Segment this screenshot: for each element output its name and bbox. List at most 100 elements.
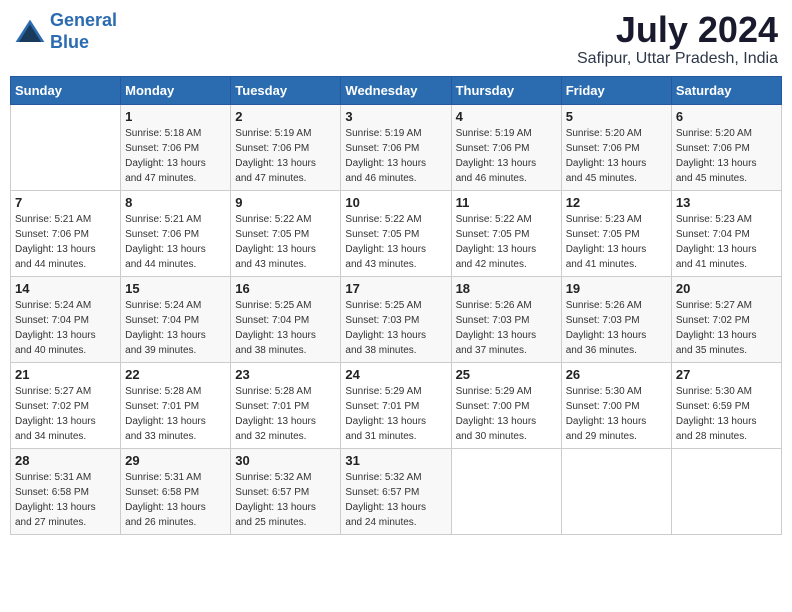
day-number: 28 (15, 453, 116, 468)
column-header-sunday: Sunday (11, 76, 121, 104)
day-number: 7 (15, 195, 116, 210)
calendar-cell: 9Sunrise: 5:22 AMSunset: 7:05 PMDaylight… (231, 190, 341, 276)
day-info: Sunrise: 5:22 AMSunset: 7:05 PMDaylight:… (235, 212, 336, 272)
header-row: SundayMondayTuesdayWednesdayThursdayFrid… (11, 76, 782, 104)
day-number: 18 (456, 281, 557, 296)
day-info: Sunrise: 5:27 AMSunset: 7:02 PMDaylight:… (676, 298, 777, 358)
day-number: 13 (676, 195, 777, 210)
calendar-cell: 1 Sunrise: 5:18 AMSunset: 7:06 PMDaylight… (121, 104, 231, 190)
column-header-wednesday: Wednesday (341, 76, 451, 104)
day-info: Sunrise: 5:24 AMSunset: 7:04 PMDaylight:… (15, 298, 116, 358)
calendar-cell: 31 Sunrise: 5:32 AMSunset: 6:57 PMDayligh… (341, 448, 451, 534)
calendar-cell: 5Sunrise: 5:20 AMSunset: 7:06 PMDaylight… (561, 104, 671, 190)
calendar-cell: 4Sunrise: 5:19 AMSunset: 7:06 PMDaylight… (451, 104, 561, 190)
day-info: Sunrise: 5:25 AMSunset: 7:04 PMDaylight:… (235, 298, 336, 358)
title-area: July 2024 Safipur, Uttar Pradesh, India (577, 10, 778, 68)
calendar-cell: 14 Sunrise: 5:24 AMSunset: 7:04 PMDayligh… (11, 276, 121, 362)
calendar-cell: 21 Sunrise: 5:27 AMSunset: 7:02 PMDayligh… (11, 362, 121, 448)
calendar-cell: 26Sunrise: 5:30 AMSunset: 7:00 PMDayligh… (561, 362, 671, 448)
day-number: 14 (15, 281, 116, 296)
day-number: 20 (676, 281, 777, 296)
column-header-friday: Friday (561, 76, 671, 104)
calendar-cell: 7Sunrise: 5:21 AMSunset: 7:06 PMDaylight… (11, 190, 121, 276)
calendar-cell: 12 Sunrise: 5:23 AMSunset: 7:05 PMDayligh… (561, 190, 671, 276)
day-info: Sunrise: 5:21 AMSunset: 7:06 PMDaylight:… (125, 212, 226, 272)
day-info: Sunrise: 5:32 AMSunset: 6:57 PMDaylight:… (345, 470, 446, 530)
calendar-cell: 10Sunrise: 5:22 AMSunset: 7:05 PMDayligh… (341, 190, 451, 276)
day-number: 26 (566, 367, 667, 382)
day-number: 27 (676, 367, 777, 382)
calendar-cell: 13 Sunrise: 5:23 AMSunset: 7:04 PMDayligh… (671, 190, 781, 276)
day-number: 3 (345, 109, 446, 124)
calendar-cell: 23Sunrise: 5:28 AMSunset: 7:01 PMDayligh… (231, 362, 341, 448)
calendar-cell: 28Sunrise: 5:31 AMSunset: 6:58 PMDayligh… (11, 448, 121, 534)
day-number: 12 (566, 195, 667, 210)
day-number: 31 (345, 453, 446, 468)
column-header-tuesday: Tuesday (231, 76, 341, 104)
day-info: Sunrise: 5:31 AMSunset: 6:58 PMDaylight:… (125, 470, 226, 530)
calendar-cell: 24Sunrise: 5:29 AMSunset: 7:01 PMDayligh… (341, 362, 451, 448)
calendar-cell (561, 448, 671, 534)
week-row-5: 28 Sunrise: 5:31 AMSunset: 6:58 PMDayligh… (11, 448, 782, 534)
column-header-monday: Monday (121, 76, 231, 104)
day-info: Sunrise: 5:32 AMSunset: 6:57 PMDaylight:… (235, 470, 336, 530)
day-info: Sunrise: 5:18 AMSunset: 7:06 PMDaylight:… (125, 126, 226, 186)
calendar-table: SundayMondayTuesdayWednesdayThursdayFrid… (10, 76, 782, 535)
day-info: Sunrise: 5:23 AMSunset: 7:05 PMDaylight:… (566, 212, 667, 272)
subtitle: Safipur, Uttar Pradesh, India (577, 50, 778, 68)
calendar-cell: 16 Sunrise: 5:25 AMSunset: 7:04 PMDayligh… (231, 276, 341, 362)
day-number: 29 (125, 453, 226, 468)
day-number: 15 (125, 281, 226, 296)
day-number: 21 (15, 367, 116, 382)
day-info: Sunrise: 5:23 AMSunset: 7:04 PMDaylight:… (676, 212, 777, 272)
day-number: 6 (676, 109, 777, 124)
calendar-cell (11, 104, 121, 190)
week-row-3: 14 Sunrise: 5:24 AMSunset: 7:04 PMDayligh… (11, 276, 782, 362)
day-number: 22 (125, 367, 226, 382)
day-number: 19 (566, 281, 667, 296)
day-number: 11 (456, 195, 557, 210)
calendar-cell: 8 Sunrise: 5:21 AMSunset: 7:06 PMDaylight… (121, 190, 231, 276)
calendar-cell: 20 Sunrise: 5:27 AMSunset: 7:02 PMDayligh… (671, 276, 781, 362)
calendar-cell: 27 Sunrise: 5:30 AMSunset: 6:59 PMDayligh… (671, 362, 781, 448)
day-number: 25 (456, 367, 557, 382)
calendar-cell: 25 Sunrise: 5:29 AMSunset: 7:00 PMDayligh… (451, 362, 561, 448)
day-info: Sunrise: 5:28 AMSunset: 7:01 PMDaylight:… (125, 384, 226, 444)
day-info: Sunrise: 5:24 AMSunset: 7:04 PMDaylight:… (125, 298, 226, 358)
calendar-cell: 15 Sunrise: 5:24 AMSunset: 7:04 PMDayligh… (121, 276, 231, 362)
day-info: Sunrise: 5:20 AMSunset: 7:06 PMDaylight:… (566, 126, 667, 186)
logo-icon (14, 18, 46, 46)
day-info: Sunrise: 5:22 AMSunset: 7:05 PMDaylight:… (456, 212, 557, 272)
day-number: 8 (125, 195, 226, 210)
day-number: 4 (456, 109, 557, 124)
calendar-cell: 17 Sunrise: 5:25 AMSunset: 7:03 PMDayligh… (341, 276, 451, 362)
day-number: 30 (235, 453, 336, 468)
day-number: 16 (235, 281, 336, 296)
day-number: 2 (235, 109, 336, 124)
day-info: Sunrise: 5:25 AMSunset: 7:03 PMDaylight:… (345, 298, 446, 358)
calendar-cell: 29 Sunrise: 5:31 AMSunset: 6:58 PMDayligh… (121, 448, 231, 534)
week-row-4: 21 Sunrise: 5:27 AMSunset: 7:02 PMDayligh… (11, 362, 782, 448)
column-header-saturday: Saturday (671, 76, 781, 104)
day-info: Sunrise: 5:30 AMSunset: 6:59 PMDaylight:… (676, 384, 777, 444)
day-info: Sunrise: 5:19 AMSunset: 7:06 PMDaylight:… (345, 126, 446, 186)
calendar-cell: 11 Sunrise: 5:22 AMSunset: 7:05 PMDayligh… (451, 190, 561, 276)
calendar-cell: 2 Sunrise: 5:19 AMSunset: 7:06 PMDaylight… (231, 104, 341, 190)
calendar-cell: 6Sunrise: 5:20 AMSunset: 7:06 PMDaylight… (671, 104, 781, 190)
column-header-thursday: Thursday (451, 76, 561, 104)
day-info: Sunrise: 5:27 AMSunset: 7:02 PMDaylight:… (15, 384, 116, 444)
day-number: 17 (345, 281, 446, 296)
calendar-cell: 22 Sunrise: 5:28 AMSunset: 7:01 PMDayligh… (121, 362, 231, 448)
logo: General Blue (14, 10, 117, 53)
calendar-cell: 3 Sunrise: 5:19 AMSunset: 7:06 PMDaylight… (341, 104, 451, 190)
logo-text: General Blue (50, 10, 117, 53)
calendar-cell: 19 Sunrise: 5:26 AMSunset: 7:03 PMDayligh… (561, 276, 671, 362)
week-row-2: 7 Sunrise: 5:21 AMSunset: 7:06 PMDaylight… (11, 190, 782, 276)
day-number: 1 (125, 109, 226, 124)
day-info: Sunrise: 5:29 AMSunset: 7:00 PMDaylight:… (456, 384, 557, 444)
calendar-cell (451, 448, 561, 534)
day-info: Sunrise: 5:26 AMSunset: 7:03 PMDaylight:… (566, 298, 667, 358)
calendar-cell: 30 Sunrise: 5:32 AMSunset: 6:57 PMDayligh… (231, 448, 341, 534)
day-info: Sunrise: 5:19 AMSunset: 7:06 PMDaylight:… (235, 126, 336, 186)
day-number: 10 (345, 195, 446, 210)
